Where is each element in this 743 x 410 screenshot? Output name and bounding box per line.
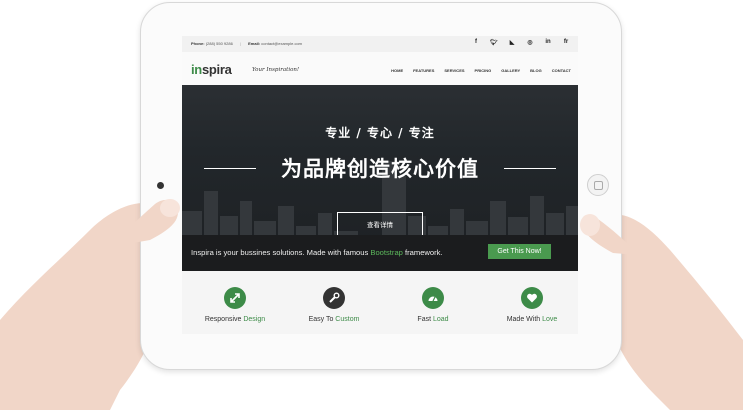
linkedin-icon[interactable]: in [544, 39, 552, 46]
nav-features[interactable]: FEATURES [413, 68, 434, 73]
get-this-now-button[interactable]: Get This Now! [488, 244, 551, 259]
nav-gallery[interactable]: GALLERY [501, 68, 520, 73]
left-thumb [110, 199, 180, 247]
feature-responsive: Responsive Design [190, 287, 280, 323]
logo[interactable]: inspira [191, 62, 232, 77]
main-nav: HOME FEATURES SERVICES PRICING GALLERY B… [391, 68, 571, 73]
divider: | [239, 41, 241, 46]
navbar: inspira Your Inspiration! HOME FEATURES … [182, 52, 578, 85]
top-bar: Phone: (288) 550 9286 | Email: contact@e… [182, 36, 578, 52]
title-line-right [504, 168, 556, 169]
logo-text: spira [201, 62, 232, 77]
social-links: f 🐦︎ ◣ ◎ in fr [472, 39, 570, 46]
features-row: Responsive Design Easy To Custom Fast Lo… [182, 271, 578, 334]
resize-arrows-icon [224, 287, 246, 309]
twitter-icon[interactable]: 🐦︎ [490, 39, 498, 46]
feature-label: Responsive Design [204, 316, 266, 323]
speedometer-icon [422, 287, 444, 309]
website-screen: Phone: (288) 550 9286 | Email: contact@e… [182, 36, 578, 334]
pinterest-icon[interactable]: ◎ [526, 39, 534, 46]
home-button[interactable] [587, 174, 609, 196]
bootstrap-link[interactable]: Bootstrap [370, 248, 403, 257]
heart-icon [521, 287, 543, 309]
wrench-icon [323, 287, 345, 309]
feature-label: Fast Load [417, 316, 449, 323]
promo-text-end: framework. [402, 248, 443, 257]
phone-number: (288) 550 9286 [205, 41, 233, 46]
nav-home[interactable]: HOME [391, 68, 403, 73]
promo-text: Inspira is your bussines solutions. Made… [191, 248, 443, 257]
hero-subtitle: 专业 / 专心 / 专注 [325, 126, 435, 140]
facebook-icon[interactable]: f [472, 39, 480, 46]
contact-info: Phone: (288) 550 9286 | Email: contact@e… [191, 41, 302, 46]
logo-accent: in [191, 62, 202, 77]
camera-icon [157, 182, 164, 189]
nav-contact[interactable]: CONTACT [552, 68, 571, 73]
feature-label: Made With Love [506, 316, 558, 323]
nav-blog[interactable]: BLOG [530, 68, 542, 73]
nav-services[interactable]: SERVICES [444, 68, 464, 73]
feature-label: Easy To Custom [308, 316, 360, 323]
promo-bar: Inspira is your bussines solutions. Made… [182, 235, 578, 271]
phone-label: Phone: [191, 41, 205, 46]
nav-pricing[interactable]: PRICING [475, 68, 492, 73]
feature-love: Made With Love [487, 287, 577, 323]
email-address[interactable]: contact@example.com [261, 41, 302, 46]
feature-custom: Easy To Custom [289, 287, 379, 323]
email-label: Email: [248, 41, 261, 46]
tagline: Your Inspiration! [252, 67, 300, 73]
rss-icon[interactable]: ◣ [508, 39, 516, 46]
flickr-icon[interactable]: fr [562, 39, 570, 46]
feature-fast-load: Fast Load [388, 287, 478, 323]
right-thumb [580, 214, 638, 255]
promo-text-start: Inspira is your bussines solutions. Made… [191, 248, 371, 257]
